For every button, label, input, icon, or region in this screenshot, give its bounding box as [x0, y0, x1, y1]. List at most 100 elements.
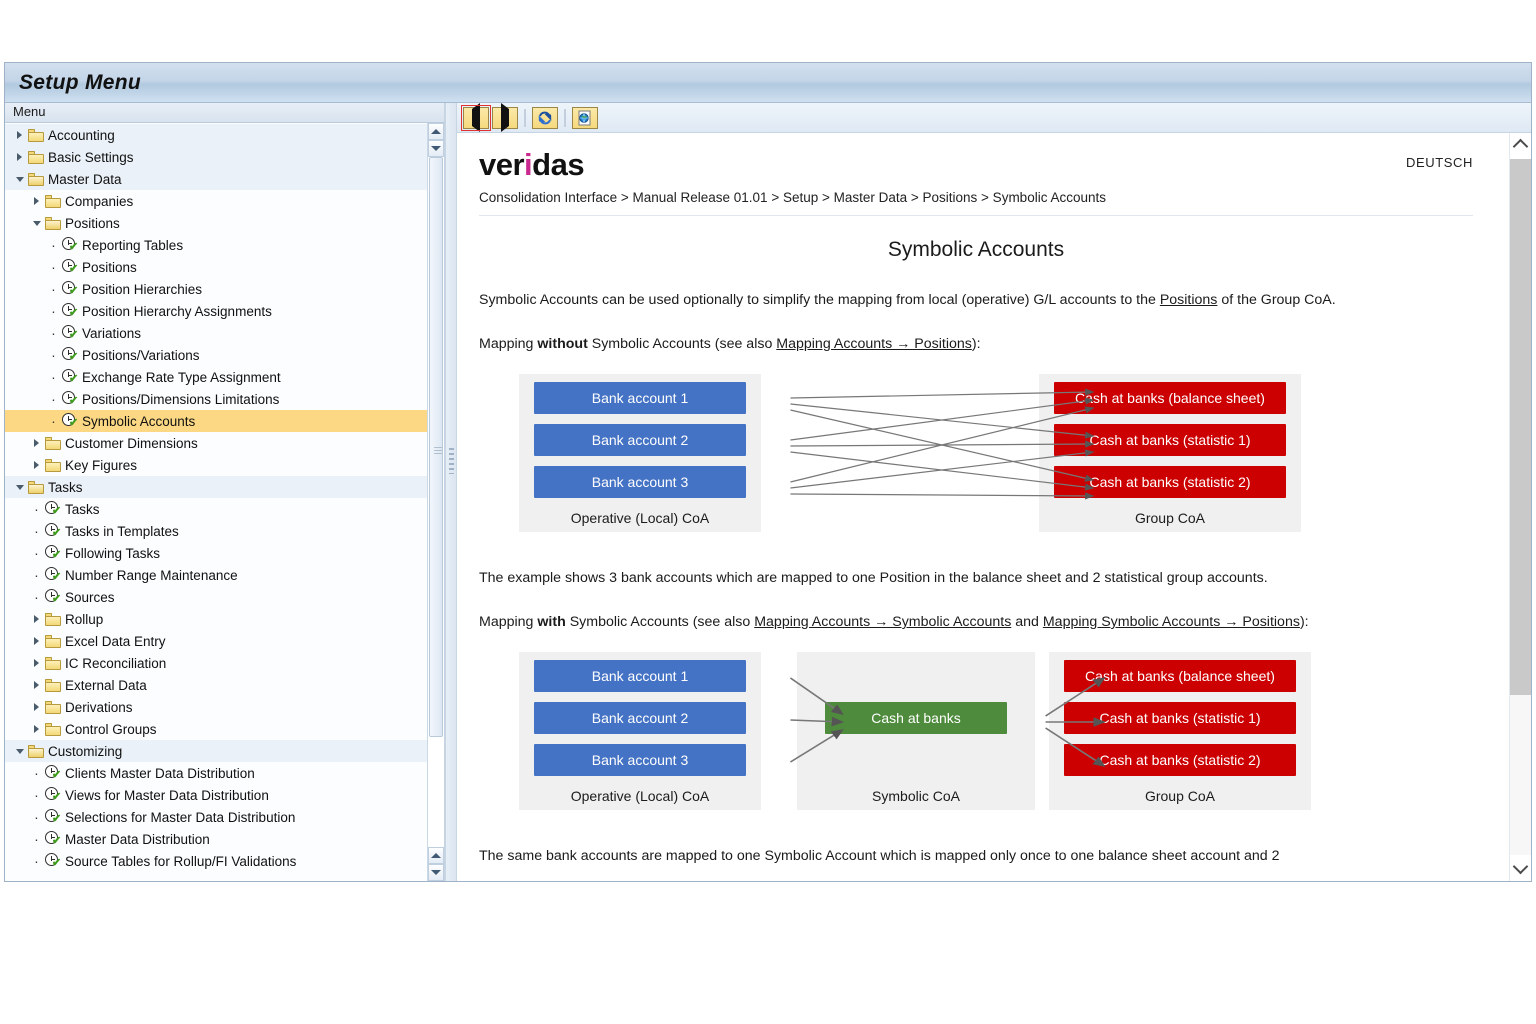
tree-scroll-up-button-bottom[interactable]: [428, 847, 444, 864]
tree-item-number-range-maintenance[interactable]: ·✔Number Range Maintenance: [5, 564, 427, 586]
tree-item-views-for-master-data-distribution[interactable]: ·✔Views for Master Data Distribution: [5, 784, 427, 806]
tree-item-symbolic-accounts[interactable]: ·✔Symbolic Accounts: [5, 410, 427, 432]
twisty-closed-icon[interactable]: [30, 674, 43, 696]
tree-item-label: Source Tables for Rollup/FI Validations: [63, 854, 296, 869]
document-scroll-down-button[interactable]: [1510, 855, 1531, 881]
tree-item-customizing[interactable]: Customizing: [5, 740, 427, 762]
tree-item-customer-dimensions[interactable]: Customer Dimensions: [5, 432, 427, 454]
tree-item-accounting[interactable]: Accounting: [5, 124, 427, 146]
tree-scroll-track[interactable]: [428, 157, 444, 847]
tree-item-position-hierarchy-assignments[interactable]: ·✔Position Hierarchy Assignments: [5, 300, 427, 322]
tree-item-rollup[interactable]: Rollup: [5, 608, 427, 630]
tree-item-label: Selections for Master Data Distribution: [63, 810, 295, 825]
tree-item-positions-dimensions-limitations[interactable]: ·✔Positions/Dimensions Limitations: [5, 388, 427, 410]
link-positions[interactable]: Positions: [1160, 292, 1218, 308]
back-button[interactable]: [463, 107, 489, 129]
document-scroll-thumb[interactable]: [1510, 159, 1531, 695]
tree-item-exchange-rate-type-assignment[interactable]: ·✔Exchange Rate Type Assignment: [5, 366, 427, 388]
language-switch-link[interactable]: DEUTSCH: [1406, 149, 1473, 170]
tree-bullet: ·: [30, 564, 43, 586]
menu-tree[interactable]: AccountingBasic SettingsMaster DataCompa…: [5, 123, 427, 881]
diagram1-right-box: Cash at banks (statistic 2): [1054, 466, 1286, 498]
tree-item-tasks-in-templates[interactable]: ·✔Tasks in Templates: [5, 520, 427, 542]
twisty-closed-icon[interactable]: [30, 608, 43, 630]
twisty-closed-icon[interactable]: [30, 696, 43, 718]
tree-item-positions-variations[interactable]: ·✔Positions/Variations: [5, 344, 427, 366]
document-scroll-up-button[interactable]: [1510, 133, 1531, 159]
twisty-closed-icon[interactable]: [30, 630, 43, 652]
diagram1-left-box: Bank account 1: [534, 382, 746, 414]
twisty-closed-icon[interactable]: [30, 190, 43, 212]
twisty-closed-icon[interactable]: [13, 146, 26, 168]
forward-button[interactable]: [492, 107, 518, 129]
paragraph-mapping-without: Mapping without Symbolic Accounts (see a…: [479, 330, 1473, 358]
toolbar-separator-2: [564, 109, 566, 127]
tree-item-positions[interactable]: Positions: [5, 212, 427, 234]
link-mapping-accounts-symbolic-accounts[interactable]: Mapping Accounts → Symbolic Accounts: [754, 614, 1011, 630]
tree-item-label: Sources: [63, 590, 115, 605]
tree-scroll-down-button-bottom[interactable]: [428, 864, 444, 881]
document-scroll-track[interactable]: [1510, 159, 1531, 855]
tree-item-basic-settings[interactable]: Basic Settings: [5, 146, 427, 168]
tree-item-variations[interactable]: ·✔Variations: [5, 322, 427, 344]
tree-item-master-data[interactable]: Master Data: [5, 168, 427, 190]
tree-scroll-thumb-grip: [434, 447, 442, 456]
twisty-open-icon[interactable]: [13, 476, 26, 498]
tree-item-label: Excel Data Entry: [63, 634, 166, 649]
diagram1-group-coa-group: Cash at banks (balance sheet) Cash at ba…: [1039, 374, 1301, 532]
tree-item-companies[interactable]: Companies: [5, 190, 427, 212]
open-in-browser-button[interactable]: [572, 107, 598, 129]
tree-item-excel-data-entry[interactable]: Excel Data Entry: [5, 630, 427, 652]
panel-splitter[interactable]: [445, 103, 457, 881]
twisty-closed-icon[interactable]: [13, 124, 26, 146]
tree-item-label: IC Reconciliation: [63, 656, 166, 671]
tree-item-tasks[interactable]: Tasks: [5, 476, 427, 498]
tree-item-position-hierarchies[interactable]: ·✔Position Hierarchies: [5, 278, 427, 300]
twisty-open-icon[interactable]: [13, 168, 26, 190]
tree-item-tasks[interactable]: ·✔Tasks: [5, 498, 427, 520]
twisty-closed-icon[interactable]: [30, 718, 43, 740]
tree-bullet: ·: [47, 256, 60, 278]
toolbar-separator-1: [524, 109, 526, 127]
twisty-open-icon[interactable]: [30, 212, 43, 234]
tree-item-selections-for-master-data-distribution[interactable]: ·✔Selections for Master Data Distributio…: [5, 806, 427, 828]
tree-item-sources[interactable]: ·✔Sources: [5, 586, 427, 608]
tree-item-external-data[interactable]: External Data: [5, 674, 427, 696]
link-mapping-accounts-positions[interactable]: Mapping Accounts → Positions: [776, 336, 972, 352]
tree-item-following-tasks[interactable]: ·✔Following Tasks: [5, 542, 427, 564]
folder-icon: [26, 168, 46, 190]
tree-item-master-data-distribution[interactable]: ·✔Master Data Distribution: [5, 828, 427, 850]
twisty-closed-icon[interactable]: [30, 652, 43, 674]
folder-icon: [26, 124, 46, 146]
diagram-without-symbolic-accounts: Bank account 1 Bank account 2 Bank accou…: [479, 374, 1473, 546]
tree-item-source-tables-for-rollup-fi-validations[interactable]: ·✔Source Tables for Rollup/FI Validation…: [5, 850, 427, 872]
splitter-grip[interactable]: [449, 448, 454, 474]
window-title: Setup Menu: [19, 71, 141, 95]
tree-item-positions[interactable]: ·✔Positions: [5, 256, 427, 278]
menu-tree-scrollbar[interactable]: [427, 123, 444, 881]
tree-item-derivations[interactable]: Derivations: [5, 696, 427, 718]
tree-item-reporting-tables[interactable]: ·✔Reporting Tables: [5, 234, 427, 256]
document-toolbar: [457, 103, 1531, 133]
clock-check-icon: ✔: [60, 256, 80, 278]
diagram2-group-coa-group: Cash at banks (balance sheet) Cash at ba…: [1049, 652, 1311, 810]
twisty-open-icon[interactable]: [13, 740, 26, 762]
twisty-closed-icon[interactable]: [30, 454, 43, 476]
paragraph-example-explanation: The example shows 3 bank accounts which …: [479, 564, 1473, 592]
twisty-closed-icon[interactable]: [30, 432, 43, 454]
tree-scroll-thumb[interactable]: [429, 157, 443, 737]
clock-check-icon: ✔: [60, 344, 80, 366]
tree-item-control-groups[interactable]: Control Groups: [5, 718, 427, 740]
refresh-button[interactable]: [532, 107, 558, 129]
tree-item-key-figures[interactable]: Key Figures: [5, 454, 427, 476]
tree-item-ic-reconciliation[interactable]: IC Reconciliation: [5, 652, 427, 674]
logo-accent-letter: i: [524, 147, 532, 182]
tree-item-clients-master-data-distribution[interactable]: ·✔Clients Master Data Distribution: [5, 762, 427, 784]
tree-scroll-up-button[interactable]: [428, 123, 444, 140]
document-area-wrap: veridas DEUTSCH Consolidation Interface …: [457, 133, 1531, 881]
link-mapping-symbolic-accounts-positions[interactable]: Mapping Symbolic Accounts → Positions: [1043, 614, 1300, 630]
paragraph-intro-part2: of the Group CoA.: [1217, 292, 1335, 308]
document-scrollbar[interactable]: [1509, 133, 1531, 881]
tree-scroll-down-button[interactable]: [428, 140, 444, 157]
folder-icon: [43, 630, 63, 652]
